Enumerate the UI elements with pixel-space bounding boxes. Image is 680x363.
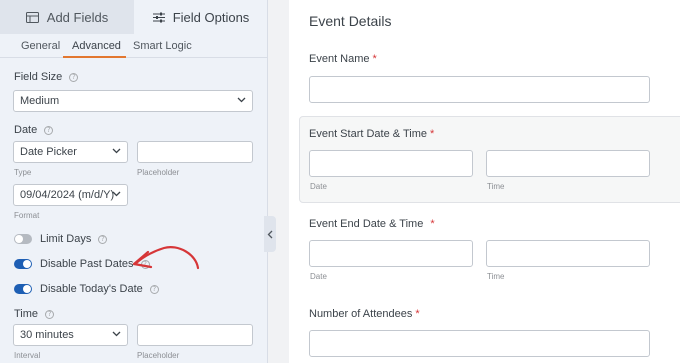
date-format-select[interactable]: 09/04/2024 (m/d/Y)	[13, 184, 128, 206]
collapse-panel-button[interactable]	[264, 216, 276, 252]
date-label: Date ?	[14, 124, 54, 136]
date-format-sublabel: Format	[14, 211, 40, 220]
date-type-sublabel: Type	[14, 168, 32, 177]
field-size-select[interactable]: Medium	[13, 90, 253, 112]
event-end-label[interactable]: Event End Date & Time *	[309, 218, 435, 230]
time-placeholder-input[interactable]	[137, 324, 253, 346]
tab-field-options-label: Field Options	[172, 9, 250, 25]
limit-days-toggle[interactable]	[14, 234, 32, 244]
field-size-value: Medium	[20, 95, 60, 107]
attendees-input[interactable]	[309, 330, 650, 357]
date-placeholder-input[interactable]	[137, 141, 253, 163]
required-marker: *	[430, 218, 435, 230]
help-icon[interactable]: ?	[149, 284, 159, 294]
field-size-label: Field Size ?	[14, 71, 79, 83]
event-start-date-sublabel: Date	[310, 182, 327, 191]
attendees-label[interactable]: Number of Attendees *	[309, 308, 420, 320]
chevron-down-icon	[237, 97, 246, 103]
attendees-label-text: Number of Attendees	[309, 308, 413, 320]
time-interval-value: 30 minutes	[20, 329, 74, 341]
disable-past-dates-label: Disable Past Dates	[40, 258, 134, 270]
subtab-general[interactable]: General	[21, 40, 60, 52]
event-start-time-input[interactable]	[486, 150, 650, 177]
date-format-value: 09/04/2024 (m/d/Y)	[20, 189, 115, 201]
help-icon[interactable]: ?	[45, 309, 55, 319]
required-marker: *	[372, 53, 377, 65]
required-marker: *	[415, 308, 420, 320]
subtab-smart-logic[interactable]: Smart Logic	[133, 40, 192, 52]
event-start-time-sublabel: Time	[487, 182, 505, 191]
time-label-text: Time	[14, 308, 39, 320]
tab-add-fields-label: Add Fields	[46, 9, 109, 25]
event-end-date-input[interactable]	[309, 240, 473, 267]
event-end-label-text: Event End Date & Time	[309, 218, 424, 230]
field-size-label-text: Field Size	[14, 71, 63, 83]
event-end-date-sublabel: Date	[310, 272, 327, 281]
disable-todays-date-row: Disable Today's Date ?	[14, 283, 159, 295]
date-label-text: Date	[14, 124, 38, 136]
form-preview: Event Details Event Name * Event Start Da…	[289, 0, 680, 363]
form-section-title: Event Details	[309, 13, 392, 29]
help-icon[interactable]: ?	[44, 125, 54, 135]
chevron-down-icon	[112, 331, 121, 337]
chevron-down-icon	[112, 148, 121, 154]
tab-field-options[interactable]: Field Options	[134, 0, 267, 34]
disable-todays-date-label: Disable Today's Date	[40, 283, 143, 295]
limit-days-row: Limit Days ?	[14, 233, 108, 245]
chevron-left-icon	[267, 230, 273, 238]
event-end-time-sublabel: Time	[487, 272, 505, 281]
event-start-label-text: Event Start Date & Time	[309, 128, 427, 140]
time-label: Time ?	[14, 308, 55, 320]
disable-todays-date-toggle[interactable]	[14, 284, 32, 294]
tab-add-fields[interactable]: Add Fields	[0, 0, 134, 34]
event-name-input[interactable]	[309, 76, 650, 103]
chevron-down-icon	[112, 191, 121, 197]
date-type-select[interactable]: Date Picker	[13, 141, 128, 163]
help-icon[interactable]: ?	[98, 234, 108, 244]
annotation-arrow-icon	[132, 246, 200, 270]
sliders-icon	[152, 12, 165, 23]
disable-past-dates-toggle[interactable]	[14, 259, 32, 269]
event-name-label[interactable]: Event Name *	[309, 53, 377, 65]
time-placeholder-sublabel: Placeholder	[137, 351, 180, 360]
table-icon	[25, 11, 39, 23]
active-subtab-indicator	[63, 56, 126, 58]
event-end-time-input[interactable]	[486, 240, 650, 267]
event-start-label[interactable]: Event Start Date & Time *	[309, 128, 434, 140]
date-placeholder-sublabel: Placeholder	[137, 168, 180, 177]
subtab-advanced[interactable]: Advanced	[72, 40, 121, 52]
event-name-label-text: Event Name	[309, 53, 370, 65]
options-subtabs: General Advanced Smart Logic	[0, 34, 267, 58]
required-marker: *	[430, 128, 435, 140]
limit-days-label: Limit Days	[40, 233, 92, 245]
event-start-date-input[interactable]	[309, 150, 473, 177]
date-type-value: Date Picker	[20, 146, 77, 158]
field-options-panel: Add Fields Field Options General Advance…	[0, 0, 268, 363]
help-icon[interactable]: ?	[69, 72, 79, 82]
time-interval-select[interactable]: 30 minutes	[13, 324, 128, 346]
panel-tabs: Add Fields Field Options	[0, 0, 267, 34]
time-interval-sublabel: Interval	[14, 351, 41, 360]
